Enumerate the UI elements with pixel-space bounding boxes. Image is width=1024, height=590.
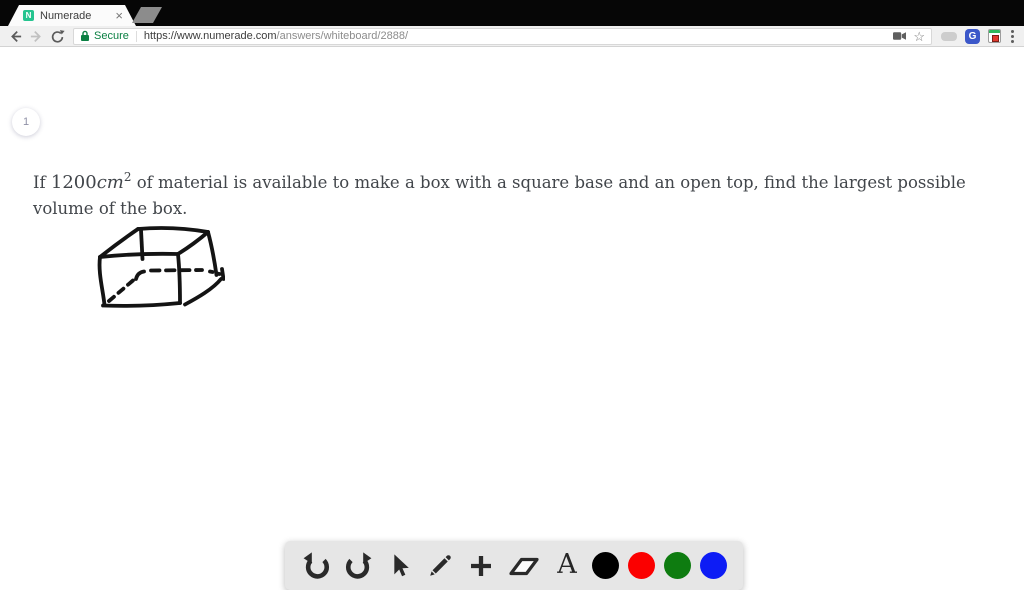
browser-menu-icon[interactable] [1009,29,1016,43]
bookmark-star-icon[interactable]: ☆ [913,30,925,43]
back-button[interactable] [6,27,24,45]
back-arrow-icon [10,30,21,42]
url-domain: https://www.numerade.com [143,30,277,42]
color-swatch-blue[interactable] [700,552,727,579]
numerade-favicon-icon: N [23,10,34,21]
eraser-tool-button[interactable] [506,550,542,582]
red-extension-icon[interactable] [988,29,1001,43]
text-tool-button[interactable]: A [551,548,583,583]
tab-numerade[interactable]: N Numerade × [8,5,136,26]
tab-strip: N Numerade × [0,0,1024,26]
redo-button[interactable] [342,550,374,582]
new-tab-button[interactable] [132,7,162,23]
padlock-icon [81,30,89,41]
tab-close-icon[interactable]: × [115,9,123,22]
forward-button[interactable] [27,27,45,45]
page-number-badge[interactable]: 1 [12,108,40,136]
pencil-icon [430,554,451,576]
url-text: https://www.numerade.com/answers/whitebo… [144,30,893,42]
math-expression: 1200cm2 [50,170,132,193]
problem-text: If 1200cm2 of material is available to m… [33,164,1008,222]
omnibox-divider [135,30,137,42]
browser-window: N Numerade × Secure https://www.numerade… [0,0,1024,590]
redo-icon [345,551,372,579]
cursor-icon [394,553,409,576]
extension-icon[interactable] [941,31,957,41]
eraser-icon [509,557,539,575]
undo-icon [303,551,330,579]
problem-line-1: If 1200cm2 of material is available to m… [33,170,966,193]
plus-icon [471,555,491,576]
color-swatch-black[interactable] [592,552,619,579]
forward-arrow-icon [30,30,41,42]
add-tool-button[interactable] [465,550,497,582]
security-label: Secure [94,30,129,42]
navigation-bar: Secure https://www.numerade.com/answers/… [0,26,1024,47]
whiteboard-canvas[interactable]: 1 If 1200cm2 of material is available to… [0,47,1024,590]
extension-area: G [932,28,1024,44]
undo-button[interactable] [301,550,333,582]
g-extension-icon[interactable]: G [965,28,980,44]
color-swatch-red[interactable] [628,552,655,579]
camera-icon[interactable] [893,31,907,41]
select-tool-button[interactable] [383,550,415,582]
address-bar[interactable]: Secure https://www.numerade.com/answers/… [73,27,932,45]
reload-icon [51,29,65,43]
box-sketch-drawing [97,226,225,308]
color-swatch-green[interactable] [664,552,691,579]
url-path: /answers/whiteboard/2888/ [276,30,408,42]
tab-title: Numerade [40,9,92,22]
pencil-tool-button[interactable] [424,550,456,582]
drawing-toolbar: A [285,541,743,590]
reload-button[interactable] [48,27,66,45]
